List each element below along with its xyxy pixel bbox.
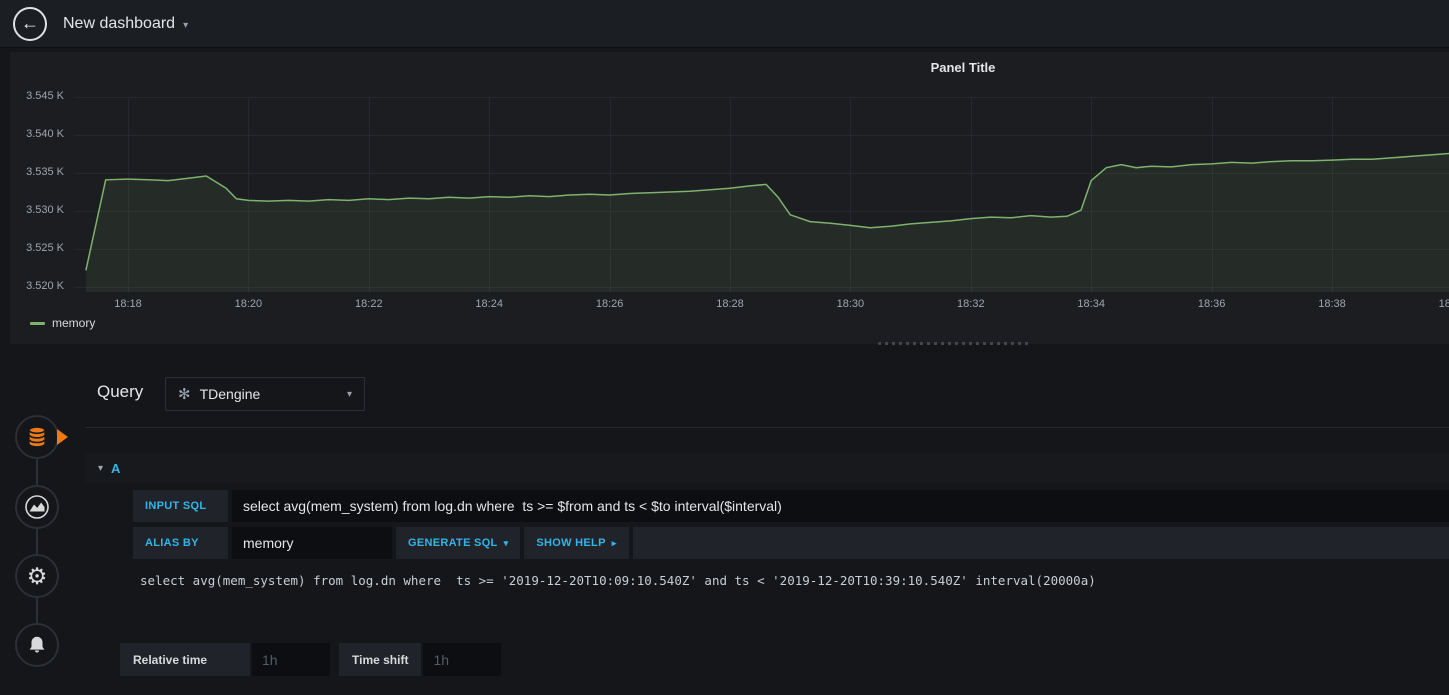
query-section-title: Query [97,382,144,401]
gridline-vertical [1091,97,1093,293]
chart-area: Panel Title memory 3.545 K 3.540 K 3.535 K… [10,52,1449,344]
time-shift-input[interactable] [423,643,502,676]
series-area-fill [85,153,1449,292]
collapse-caret-icon: ▾ [98,462,104,474]
chevron-right-icon: ▸ [611,537,617,548]
x-axis-tick-label: 18:24 [475,298,503,310]
tab-visualization[interactable] [15,485,59,529]
bell-icon [29,636,45,653]
legend-color-dash-icon [30,321,45,325]
chart-icon [25,495,49,519]
gridline-vertical [368,97,370,293]
dashboard-title: New dashboard [63,14,176,32]
arrow-left-icon: ← [21,13,39,33]
x-axis-tick-label: 18:40 [1438,298,1449,310]
section-divider [85,427,1449,428]
y-axis-tick-label: 3.540 K [26,128,64,140]
x-axis-tick-label: 18:38 [1318,298,1346,310]
time-options-row: Relative time Time shift [120,643,502,676]
query-row-header[interactable]: ▾ A [85,453,1449,483]
query-ref-id: A [111,460,121,476]
panel-title[interactable]: Panel Title [913,60,1013,75]
alias-by-label: ALIAS BY [133,527,228,559]
x-axis-tick-label: 18:26 [595,298,624,310]
relative-time-label: Relative time [120,643,250,676]
input-sql-label: INPUT SQL [133,490,228,522]
gridline-horizontal [75,97,1449,98]
x-axis-tick-label: 18:22 [355,298,383,310]
tab-alert[interactable] [15,623,59,667]
gridline-vertical [128,97,129,293]
y-axis-tick-label: 3.520 K [26,280,64,292]
relative-time-group: Relative time [120,643,330,676]
generated-sql-preview: select avg(mem_system) from log.dn where… [140,573,1096,588]
x-axis-tick-label: 18:34 [1077,298,1105,310]
tab-general[interactable]: ⚙ [15,554,59,598]
gridline-vertical [730,97,731,293]
gridline-vertical [489,97,491,293]
gridline-vertical [1332,97,1333,293]
gridline-horizontal [75,173,1449,174]
gridline-horizontal [75,211,1449,212]
datasource-name: TDengine [199,386,261,402]
gridline-horizontal [75,249,1449,250]
gear-icon: ⚙ [26,562,48,589]
tab-queries[interactable] [15,415,59,459]
chevron-down-icon: ▾ [346,388,352,400]
y-axis-tick-label: 3.530 K [26,204,64,216]
gridline-vertical [248,97,250,293]
top-navbar: ← New dashboard ▾ [0,0,1449,48]
y-axis-tick-label: 3.535 K [26,166,64,178]
back-button[interactable]: ← [13,6,47,41]
alias-by-field[interactable] [232,527,392,559]
datasource-picker[interactable]: ✻ TDengine ▾ [165,377,365,411]
y-axis-tick-label: 3.525 K [26,242,64,254]
horizontal-scrollbar[interactable] [878,342,1029,345]
gridline-horizontal [75,287,1449,288]
x-axis-tick-label: 18:36 [1197,298,1226,310]
x-axis-tick-label: 18:30 [836,298,865,310]
show-help-button[interactable]: SHOW HELP ▸ [524,527,629,559]
gridline-vertical [850,97,852,293]
active-tab-caret-icon [57,429,68,445]
generate-sql-button[interactable]: GENERATE SQL ▾ [396,527,521,559]
legend-label: memory [52,316,96,330]
x-axis-tick-label: 18:20 [234,298,263,310]
y-axis-tick-label: 3.545 K [26,90,64,102]
gridline-vertical [1211,97,1213,293]
gridline-horizontal [75,135,1449,136]
time-shift-label: Time shift [339,643,422,676]
x-axis-tick-label: 18:18 [114,298,142,310]
gridline-vertical [609,97,611,293]
gridline-vertical [970,97,972,293]
x-axis-tick-label: 18:28 [716,298,744,310]
generate-sql-label: GENERATE SQL [408,537,498,549]
tdengine-icon: ✻ [178,385,191,403]
input-sql-row: INPUT SQL [133,490,1449,522]
x-axis-tick-label: 18:32 [957,298,985,310]
chart-legend: memory [30,316,95,330]
time-shift-group: Time shift [339,643,502,676]
chevron-down-icon: ▾ [183,19,189,31]
input-sql-field[interactable] [232,490,1449,522]
legend-item[interactable]: memory [30,316,95,330]
dashboard-title-menu[interactable]: New dashboard ▾ [63,15,188,33]
row-filler [632,527,1449,559]
show-help-label: SHOW HELP [536,537,606,549]
alias-by-row: ALIAS BY GENERATE SQL ▾ SHOW HELP ▸ [133,527,1449,559]
relative-time-input[interactable] [252,643,330,676]
database-icon [28,427,46,447]
chevron-down-icon: ▾ [503,537,509,548]
tab-rail-connector [36,437,38,645]
